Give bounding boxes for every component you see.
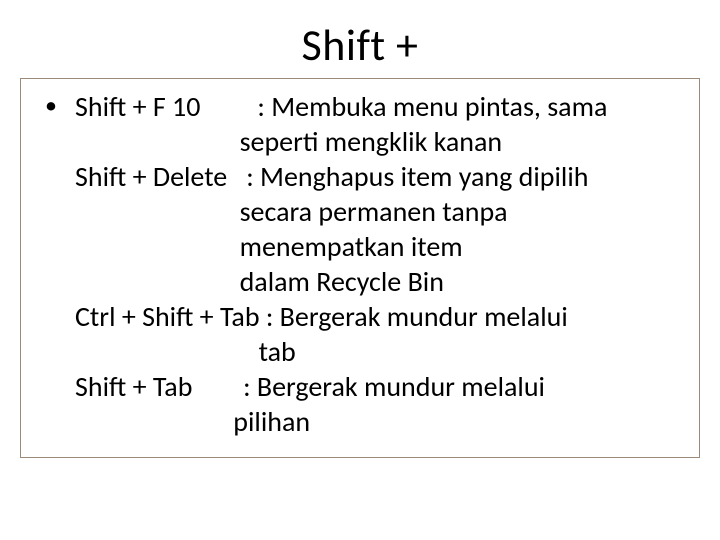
text-line: tab [75, 334, 607, 369]
text-line: seperti mengklik kanan [75, 124, 607, 159]
slide: Shift + • Shift + F 10 : Membuka menu pi… [0, 0, 720, 540]
content-box: • Shift + F 10 : Membuka menu pintas, sa… [20, 78, 700, 458]
text-line: Shift + Delete : Menghapus item yang dip… [75, 159, 607, 194]
list-item: • Shift + F 10 : Membuka menu pintas, sa… [43, 89, 677, 439]
text-line: secara permanen tanpa [75, 194, 607, 229]
text-line: Ctrl + Shift + Tab : Bergerak mundur mel… [75, 299, 607, 334]
text-line: dalam Recycle Bin [75, 264, 607, 299]
text-line: Shift + F 10 : Membuka menu pintas, sama [75, 89, 607, 124]
text-line: menempatkan item [75, 229, 607, 264]
text-line: Shift + Tab : Bergerak mundur melalui [75, 369, 607, 404]
text-line: pilihan [75, 404, 607, 439]
slide-title: Shift + [0, 0, 720, 78]
bullet-icon: • [43, 89, 75, 124]
entry-block: Shift + F 10 : Membuka menu pintas, sama… [75, 89, 607, 439]
